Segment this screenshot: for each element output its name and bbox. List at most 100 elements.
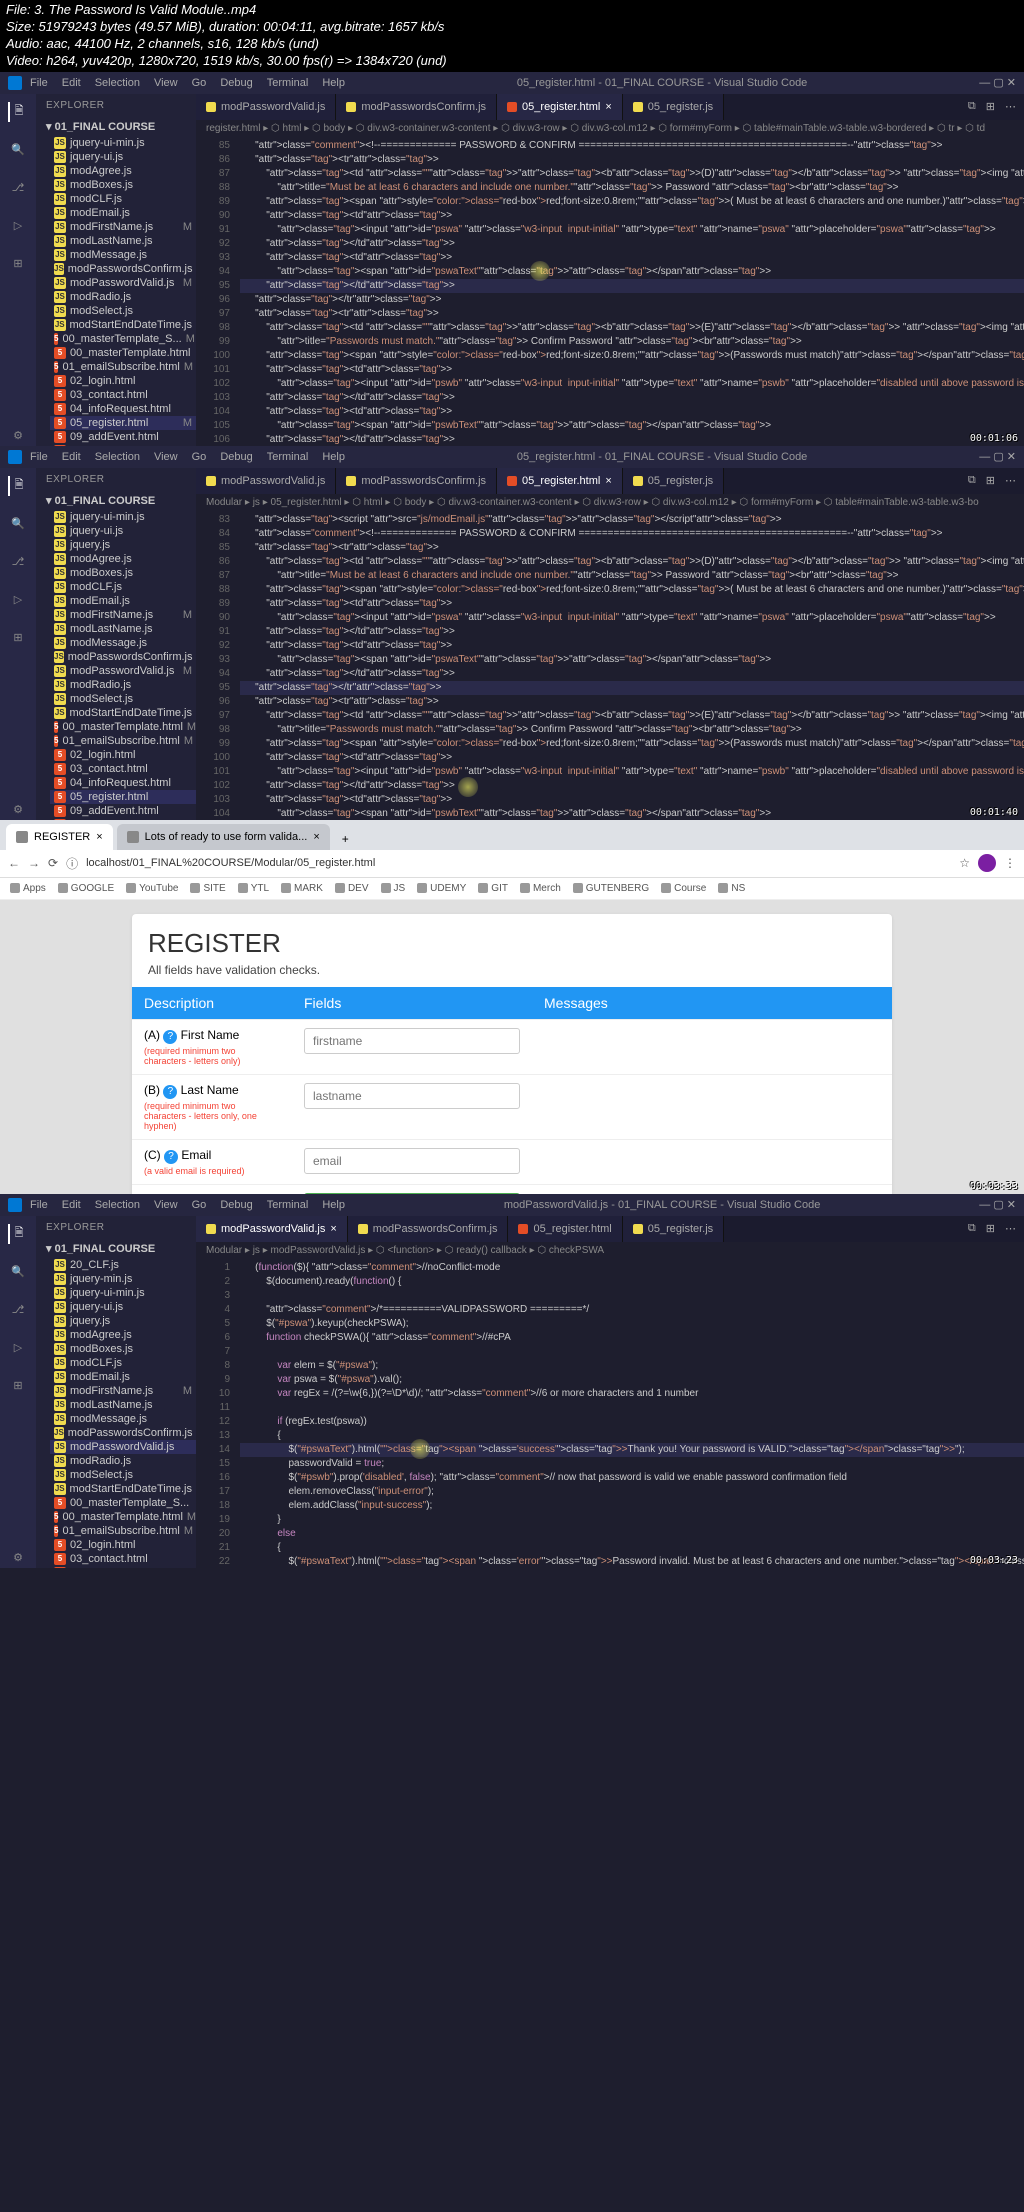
menu-debug[interactable]: Debug bbox=[220, 451, 252, 463]
file-modRadio.js[interactable]: JSmodRadio.js bbox=[50, 1454, 196, 1468]
files-icon[interactable]: 🗎 bbox=[8, 1224, 28, 1244]
file-02_login.html[interactable]: 502_login.html bbox=[50, 748, 196, 762]
menu-bar[interactable]: FileEditSelectionViewGoDebugTerminalHelp bbox=[30, 451, 345, 463]
input-field[interactable] bbox=[304, 1083, 520, 1109]
file-modCLF.js[interactable]: JSmodCLF.js bbox=[50, 580, 196, 594]
file-09_addEvent.html[interactable]: 509_addEvent.html bbox=[50, 804, 196, 818]
reload-button[interactable]: ⟳ bbox=[48, 856, 58, 870]
file-jquery.js[interactable]: JSjquery.js bbox=[50, 1314, 196, 1328]
bookmark-GIT[interactable]: GIT bbox=[478, 883, 508, 894]
menu-view[interactable]: View bbox=[154, 77, 178, 89]
compare-icon[interactable]: ⧉ bbox=[968, 1222, 976, 1235]
folder-name[interactable]: ▾ 01_FINAL COURSE bbox=[36, 117, 196, 136]
menu-help[interactable]: Help bbox=[322, 451, 345, 463]
bookmark-Course[interactable]: Course bbox=[661, 883, 706, 894]
bookmark-UDEMY[interactable]: UDEMY bbox=[417, 883, 466, 894]
tab-05_register.js[interactable]: 05_register.js bbox=[623, 468, 724, 494]
file-00_masterTemplate.html[interactable]: 500_masterTemplate.html bbox=[50, 346, 196, 360]
bookmark-YouTube[interactable]: YouTube bbox=[126, 883, 178, 894]
file-01_emailSubscribe.html[interactable]: 501_emailSubscribe.htmlM bbox=[50, 360, 196, 374]
file-00_masterTemplate_S...[interactable]: 500_masterTemplate_S...M bbox=[50, 332, 196, 346]
file-modEmail.js[interactable]: JSmodEmail.js bbox=[50, 594, 196, 608]
file-modRadio.js[interactable]: JSmodRadio.js bbox=[50, 290, 196, 304]
tab-modPasswordValid.js[interactable]: modPasswordValid.js bbox=[196, 468, 336, 494]
menu-terminal[interactable]: Terminal bbox=[267, 77, 309, 89]
tab-05_register.html[interactable]: 05_register.html × bbox=[497, 94, 623, 120]
bookmark-GUTENBERG[interactable]: GUTENBERG bbox=[573, 883, 649, 894]
file-04_infoRequest.html[interactable]: 504_infoRequest.html bbox=[50, 1566, 196, 1568]
split-icon[interactable]: ⊞ bbox=[986, 100, 995, 113]
menu-bar[interactable]: FileEditSelectionViewGoDebugTerminalHelp bbox=[30, 1199, 345, 1211]
bookmarks-bar[interactable]: AppsGOOGLEYouTubeSITEYTLMARKDEVJSUDEMYGI… bbox=[0, 878, 1024, 900]
star-icon[interactable]: ☆ bbox=[959, 856, 970, 870]
tab-05_register.html[interactable]: 05_register.html × bbox=[497, 468, 623, 494]
menu-go[interactable]: Go bbox=[192, 77, 207, 89]
compare-icon[interactable]: ⧉ bbox=[968, 474, 976, 487]
gear-icon[interactable]: ⚙ bbox=[8, 1548, 28, 1568]
file-05_register.html[interactable]: 505_register.htmlM bbox=[50, 416, 196, 430]
file-02_login.html[interactable]: 502_login.html bbox=[50, 374, 196, 388]
debug-icon[interactable]: ▷ bbox=[8, 1338, 28, 1358]
file-03_contact.html[interactable]: 503_contact.html bbox=[50, 762, 196, 776]
file-modAgree.js[interactable]: JSmodAgree.js bbox=[50, 164, 196, 178]
breadcrumb[interactable]: Modular ▸ js ▸ 05_register.html ▸ ⬡ html… bbox=[196, 494, 1024, 511]
code-editor[interactable]: 8586878889909192939495969798991001011021… bbox=[196, 137, 1024, 446]
bookmark-JS[interactable]: JS bbox=[381, 883, 406, 894]
files-icon[interactable]: 🗎 bbox=[8, 102, 28, 122]
bookmark-NS[interactable]: NS bbox=[718, 883, 745, 894]
browser-tab[interactable]: REGISTER × bbox=[6, 824, 113, 850]
address-bar[interactable]: ← → ⟳ ⓘ localhost/01_FINAL%20COURSE/Modu… bbox=[0, 850, 1024, 878]
file-jquery-ui.js[interactable]: JSjquery-ui.js bbox=[50, 524, 196, 538]
menu-debug[interactable]: Debug bbox=[220, 77, 252, 89]
file-modBoxes.js[interactable]: JSmodBoxes.js bbox=[50, 1342, 196, 1356]
gear-icon[interactable]: ⚙ bbox=[8, 800, 28, 820]
file-modBoxes.js[interactable]: JSmodBoxes.js bbox=[50, 566, 196, 580]
tab-05_register.js[interactable]: 05_register.js bbox=[623, 1216, 724, 1242]
file-modCLF.js[interactable]: JSmodCLF.js bbox=[50, 192, 196, 206]
file-00_masterTemplate.html[interactable]: 500_masterTemplate.htmlM bbox=[50, 1510, 196, 1524]
file-05_register.html[interactable]: 505_register.html bbox=[50, 790, 196, 804]
file-modAgree.js[interactable]: JSmodAgree.js bbox=[50, 552, 196, 566]
file-modCLF.js[interactable]: JSmodCLF.js bbox=[50, 1356, 196, 1370]
file-modEmail.js[interactable]: JSmodEmail.js bbox=[50, 1370, 196, 1384]
file-modFirstName.js[interactable]: JSmodFirstName.jsM bbox=[50, 220, 196, 234]
window-controls[interactable]: — ▢ ✕ bbox=[979, 450, 1016, 463]
file-modPasswordsConfirm.js[interactable]: JSmodPasswordsConfirm.js bbox=[50, 262, 196, 276]
menu-selection[interactable]: Selection bbox=[95, 77, 140, 89]
gear-icon[interactable]: ⚙ bbox=[8, 426, 28, 446]
file-modAgree.js[interactable]: JSmodAgree.js bbox=[50, 1328, 196, 1342]
editor-tabs[interactable]: modPasswordValid.jsmodPasswordsConfirm.j… bbox=[196, 468, 1024, 494]
tab-modPasswordValid.js[interactable]: modPasswordValid.js × bbox=[196, 1216, 348, 1242]
forward-button[interactable]: → bbox=[28, 856, 40, 870]
window-controls[interactable]: — ▢ ✕ bbox=[979, 1198, 1016, 1211]
file-modMessage.js[interactable]: JSmodMessage.js bbox=[50, 636, 196, 650]
more-icon[interactable]: ⋯ bbox=[1005, 474, 1016, 487]
file-modPasswordsConfirm.js[interactable]: JSmodPasswordsConfirm.js bbox=[50, 1426, 196, 1440]
bookmark-MARK[interactable]: MARK bbox=[281, 883, 323, 894]
menu-go[interactable]: Go bbox=[192, 451, 207, 463]
split-icon[interactable]: ⊞ bbox=[986, 1222, 995, 1235]
editor-tabs[interactable]: modPasswordValid.js ×modPasswordsConfirm… bbox=[196, 1216, 1024, 1242]
scm-icon[interactable]: ⎇ bbox=[8, 552, 28, 572]
menu-terminal[interactable]: Terminal bbox=[267, 1199, 309, 1211]
file-modStartEndDateTime.js[interactable]: JSmodStartEndDateTime.js bbox=[50, 1482, 196, 1496]
file-modStartEndDateTime.js[interactable]: JSmodStartEndDateTime.js bbox=[50, 318, 196, 332]
menu-bar[interactable]: FileEditSelectionViewGoDebugTerminalHelp bbox=[30, 77, 345, 89]
menu-help[interactable]: Help bbox=[322, 77, 345, 89]
file-20_CLF.js[interactable]: JS20_CLF.js bbox=[50, 1258, 196, 1272]
file-jquery-ui.js[interactable]: JSjquery-ui.js bbox=[50, 1300, 196, 1314]
menu-selection[interactable]: Selection bbox=[95, 451, 140, 463]
ext-icon[interactable]: ⊞ bbox=[8, 254, 28, 274]
file-modPasswordsConfirm.js[interactable]: JSmodPasswordsConfirm.js bbox=[50, 650, 196, 664]
file-00_masterTemplate_S...[interactable]: 500_masterTemplate_S... bbox=[50, 1496, 196, 1510]
activity-bar[interactable]: 🗎 🔍 ⎇ ▷ ⊞ ⚙ bbox=[0, 94, 36, 446]
tab-modPasswordValid.js[interactable]: modPasswordValid.js bbox=[196, 94, 336, 120]
file-04_infoRequest.html[interactable]: 504_infoRequest.html bbox=[50, 776, 196, 790]
tab-05_register.js[interactable]: 05_register.js bbox=[623, 94, 724, 120]
file-modSelect.js[interactable]: JSmodSelect.js bbox=[50, 304, 196, 318]
window-controls[interactable]: — ▢ ✕ bbox=[979, 76, 1016, 89]
menu-file[interactable]: File bbox=[30, 451, 48, 463]
file-09_addEvent.html[interactable]: 509_addEvent.html bbox=[50, 430, 196, 444]
file-modPasswordValid.js[interactable]: JSmodPasswordValid.jsM bbox=[50, 276, 196, 290]
ext-icon[interactable]: ⊞ bbox=[8, 1376, 28, 1396]
